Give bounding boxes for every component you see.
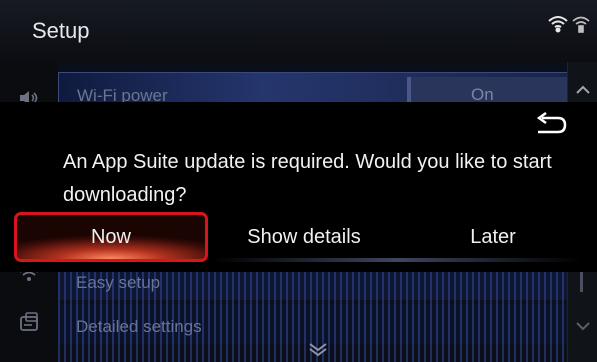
- cellular-signal-icon: [572, 16, 590, 33]
- divider: [212, 258, 582, 262]
- header-bar: Setup: [0, 0, 597, 62]
- status-icons: [545, 12, 591, 34]
- settings-panel-icon[interactable]: [17, 310, 41, 334]
- wifi-icon: [548, 16, 568, 33]
- dialog-message: An App Suite update is required. Would y…: [63, 151, 552, 206]
- list-item-detailed-settings[interactable]: Detailed settings: [58, 304, 568, 344]
- page-title: Setup: [32, 18, 90, 43]
- chevron-down-icon: [306, 341, 330, 357]
- show-details-button[interactable]: Show details: [212, 212, 396, 262]
- back-arrow-icon: [536, 111, 567, 134]
- list-item-label: Easy setup: [76, 273, 161, 292]
- back-button[interactable]: [528, 110, 572, 142]
- setup-screen: Setup Wi-Fi power On Easy setup Detailed…: [0, 0, 597, 362]
- update-dialog: An App Suite update is required. Would y…: [0, 102, 597, 272]
- later-button[interactable]: Later: [405, 212, 581, 262]
- scroll-down-icon[interactable]: [575, 318, 591, 334]
- now-button[interactable]: Now: [14, 212, 208, 262]
- scroll-up-icon[interactable]: [575, 82, 591, 98]
- list-item-label: Detailed settings: [76, 317, 202, 336]
